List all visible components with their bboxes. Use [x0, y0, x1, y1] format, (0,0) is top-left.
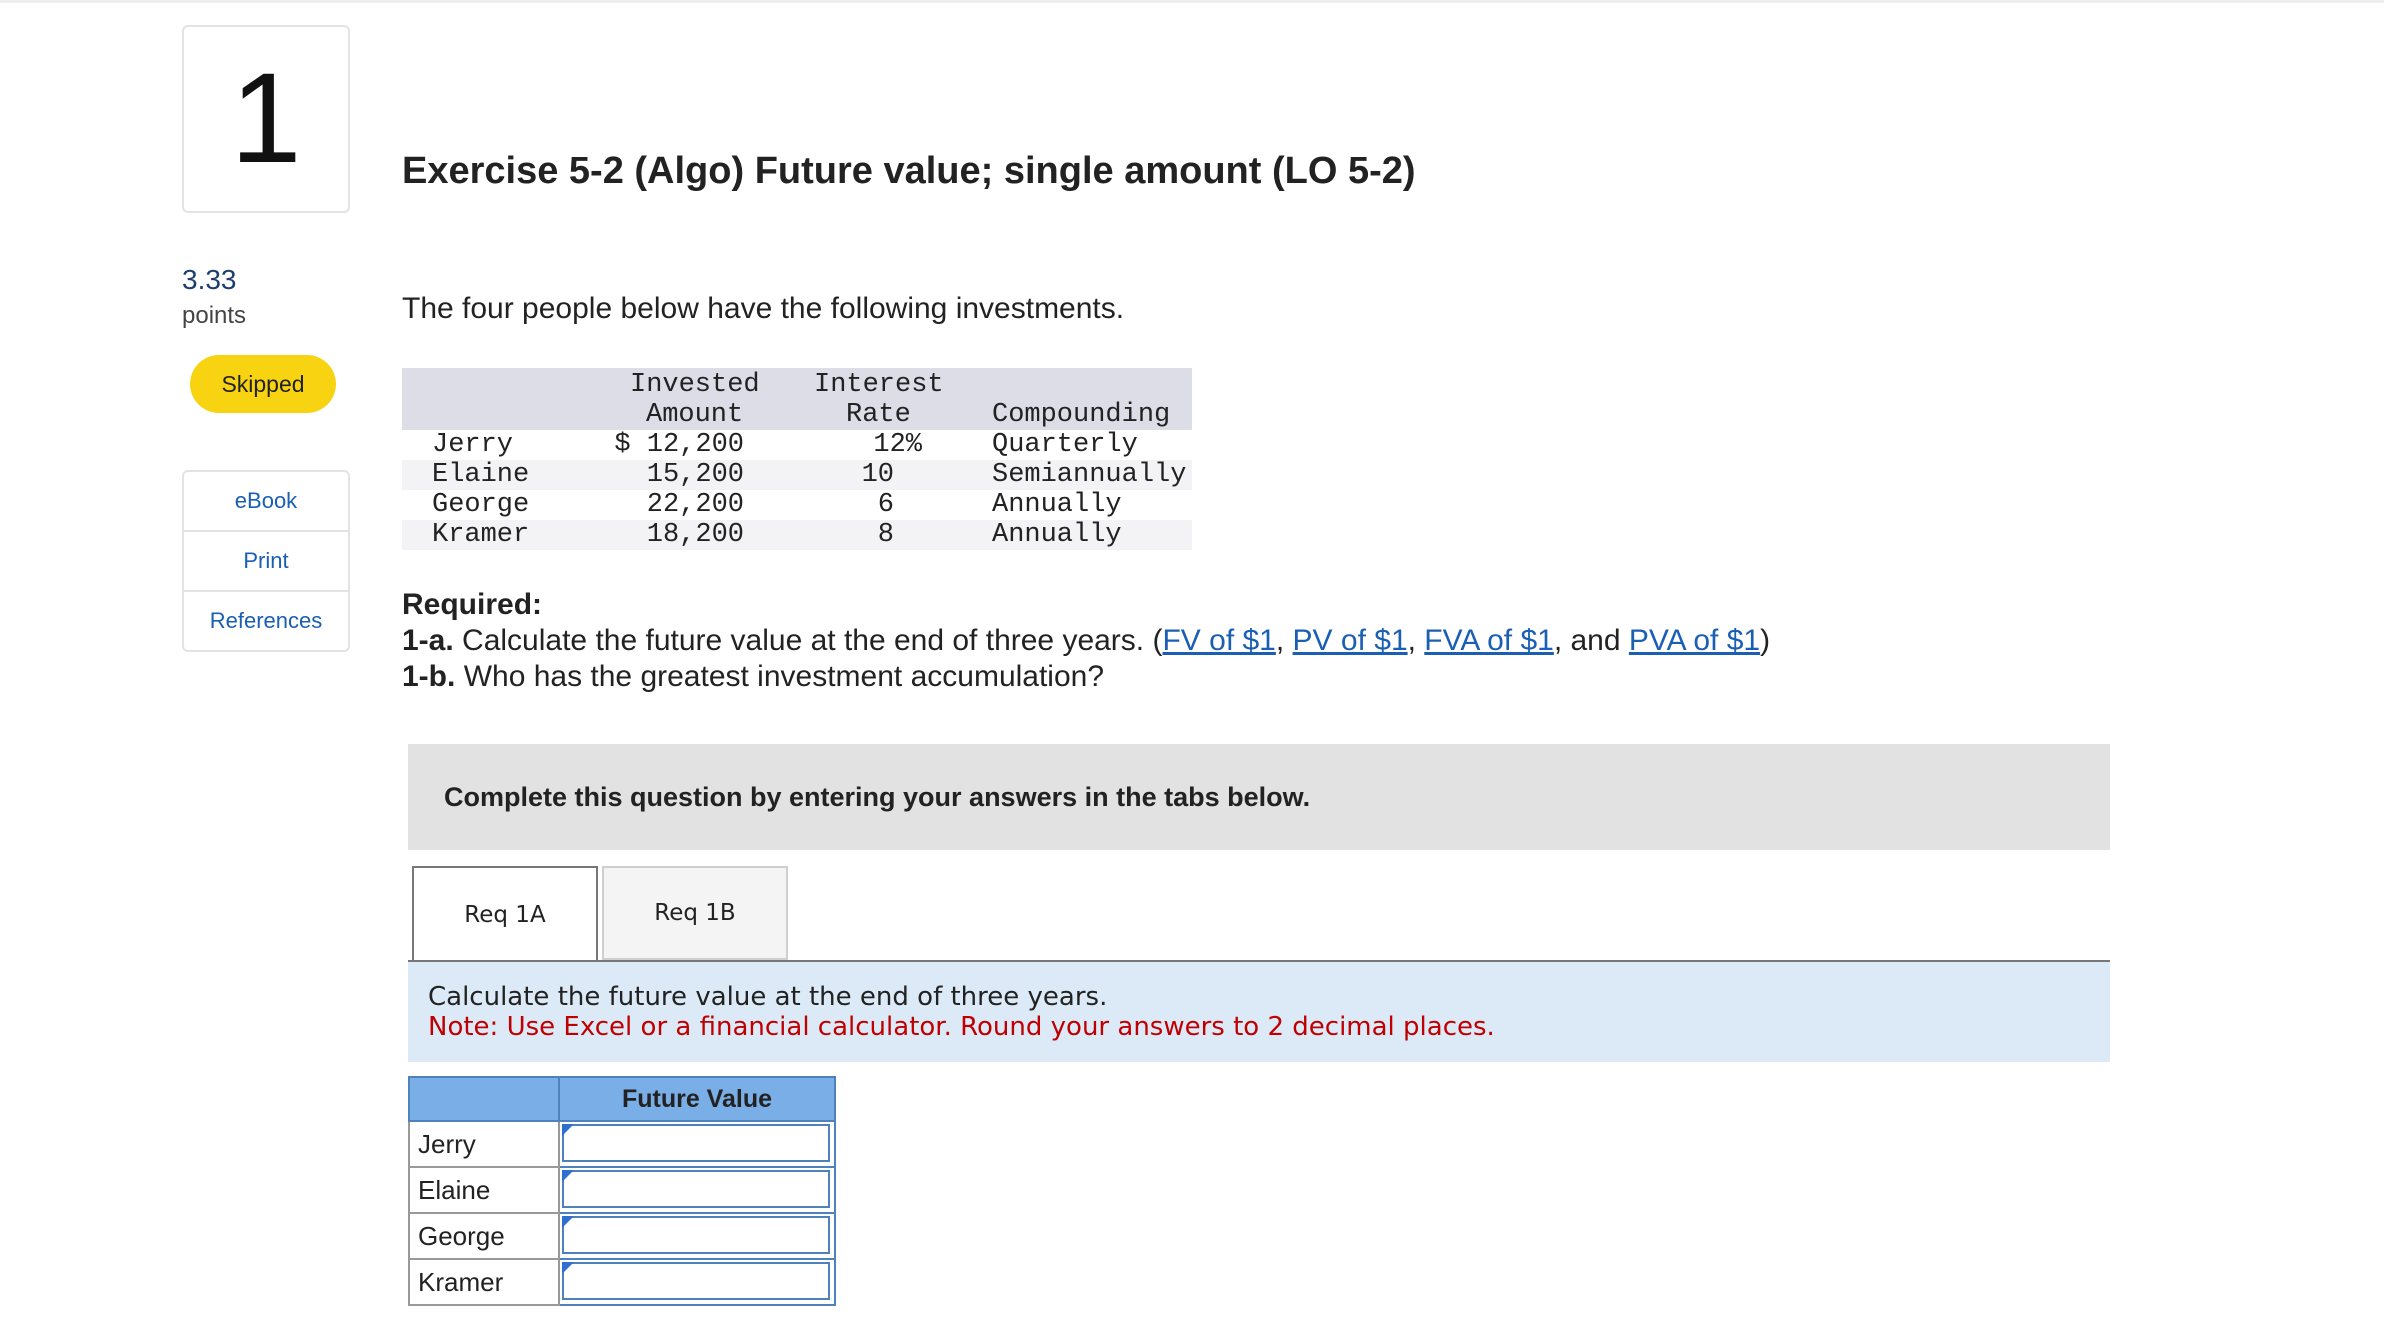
answer-row-label: Kramer	[408, 1260, 560, 1306]
req-1a-label: 1-a.	[402, 624, 454, 657]
inv-name: Kramer	[432, 520, 530, 550]
future-value-input-jerry[interactable]	[562, 1124, 830, 1162]
status-badge: Skipped	[190, 355, 336, 413]
prompt-note: Note: Use Excel or a financial calculato…	[428, 1012, 1495, 1042]
cell-marker-icon	[562, 1216, 574, 1228]
intro-text: The four people below have the following…	[402, 292, 1125, 325]
inv-amount: 18,200	[646, 520, 744, 550]
exercise-title: Exercise 5-2 (Algo) Future value; single…	[402, 150, 1416, 192]
requirement-1b: 1-b. Who has the greatest investment acc…	[402, 660, 1104, 694]
ebook-button[interactable]: eBook	[184, 472, 348, 532]
question-number: 1	[230, 47, 302, 190]
inv-compounding: Semiannually	[992, 460, 1187, 490]
pva-link[interactable]: PVA of $1	[1629, 624, 1760, 657]
instruction-text: Complete this question by entering your …	[444, 781, 1311, 812]
header-invested: Invested	[630, 370, 760, 400]
pv-link[interactable]: PV of $1	[1293, 624, 1408, 657]
fv-link[interactable]: FV of $1	[1162, 624, 1275, 657]
link-separator: ,	[1275, 624, 1293, 657]
print-button[interactable]: Print	[184, 532, 348, 592]
instruction-banner: Complete this question by entering your …	[408, 744, 2110, 850]
inv-compounding: Quarterly	[992, 430, 1138, 460]
inv-name: Jerry	[432, 430, 514, 460]
answer-cell	[560, 1168, 836, 1214]
answer-cell	[560, 1214, 836, 1260]
cell-marker-icon	[562, 1170, 574, 1182]
inv-rate: 10	[861, 460, 894, 490]
inv-rate: 12%	[873, 430, 922, 460]
answer-row-label: George	[408, 1214, 560, 1260]
references-button[interactable]: References	[184, 592, 348, 650]
answer-row: Elaine	[408, 1168, 836, 1214]
answer-header-blank	[408, 1076, 560, 1122]
required-heading: Required:	[402, 588, 543, 621]
prompt-text: Calculate the future value at the end of…	[428, 982, 1108, 1012]
inv-name: Elaine	[432, 460, 530, 490]
tab-req-1a[interactable]: Req 1A	[412, 866, 598, 962]
header-compounding: Compounding	[992, 400, 1171, 430]
inv-rate: 8	[877, 520, 894, 550]
link-separator: ,	[1407, 624, 1425, 657]
answer-row-label: Elaine	[408, 1168, 560, 1214]
answer-header-row: Future Value	[408, 1076, 836, 1122]
header-amount: Amount	[646, 400, 744, 430]
question-number-box: 1	[182, 25, 350, 213]
inv-amount: $ 12,200	[614, 430, 744, 460]
cell-marker-icon	[562, 1262, 574, 1274]
inv-rate: 6	[877, 490, 894, 520]
answer-row: Kramer	[408, 1260, 836, 1306]
prompt-panel: Calculate the future value at the end of…	[408, 962, 2110, 1062]
answer-row: George	[408, 1214, 836, 1260]
inv-name: George	[432, 490, 530, 520]
answer-row: Jerry	[408, 1122, 836, 1168]
inv-amount: 15,200	[646, 460, 744, 490]
answer-cell	[560, 1122, 836, 1168]
req-1b-text: Who has the greatest investment accumula…	[463, 660, 1105, 693]
req-1a-text: Calculate the future value at the end of…	[462, 624, 1163, 657]
header-rate: Rate	[846, 400, 911, 430]
req-1b-label: 1-b.	[402, 660, 456, 693]
answer-cell	[560, 1260, 836, 1306]
tab-req-1b[interactable]: Req 1B	[602, 866, 788, 960]
close-paren: )	[1760, 624, 1771, 657]
top-divider	[0, 0, 2384, 3]
inv-compounding: Annually	[992, 490, 1122, 520]
future-value-input-elaine[interactable]	[562, 1170, 830, 1208]
answer-header-future-value: Future Value	[560, 1076, 836, 1122]
cell-marker-icon	[562, 1124, 574, 1136]
inv-amount: 22,200	[646, 490, 744, 520]
inv-compounding: Annually	[992, 520, 1122, 550]
points-value: 3.33	[182, 264, 237, 295]
fva-link[interactable]: FVA of $1	[1424, 624, 1554, 657]
future-value-input-kramer[interactable]	[562, 1262, 830, 1300]
future-value-input-george[interactable]	[562, 1216, 830, 1254]
investments-table: Invested Amount Interest Rate Compoundin…	[402, 368, 1192, 550]
header-interest: Interest	[814, 370, 944, 400]
link-separator: , and	[1553, 624, 1629, 657]
answer-table: Future Value Jerry Elaine George Kramer	[408, 1076, 836, 1306]
tools-panel: eBook Print References	[182, 470, 350, 652]
points-label: points	[182, 302, 247, 329]
answer-row-label: Jerry	[408, 1122, 560, 1168]
requirement-1a: 1-a. Calculate the future value at the e…	[402, 624, 1770, 658]
